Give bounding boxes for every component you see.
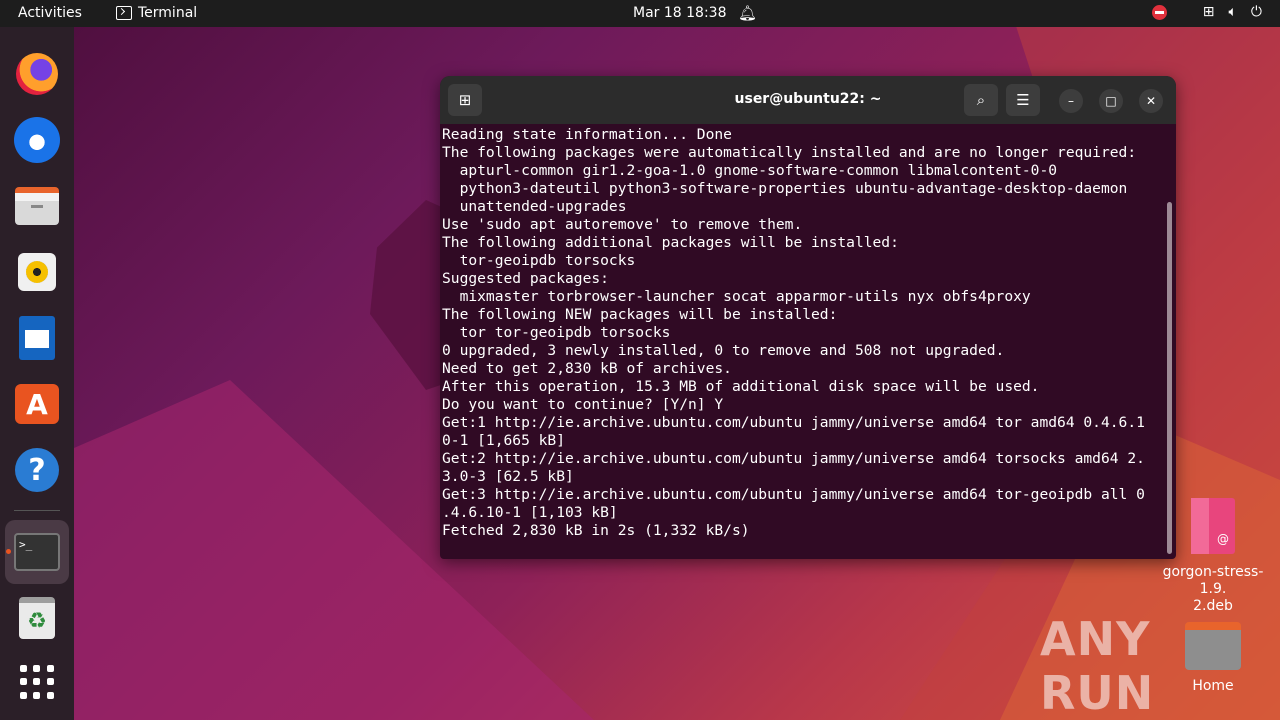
writer-icon (19, 316, 55, 360)
terminal-line: The following additional packages will b… (442, 234, 899, 251)
package-icon (1191, 498, 1235, 554)
system-tray[interactable]: ⊞ 🔈︎ ⏻ (1151, 4, 1262, 20)
show-apps-button[interactable] (14, 659, 60, 705)
firefox-icon (16, 53, 58, 95)
power-icon[interactable]: ⏻ (1251, 4, 1262, 20)
files-icon (15, 187, 59, 225)
dock-files[interactable] (14, 183, 60, 229)
menu-button[interactable]: ☰ (1006, 84, 1040, 116)
maximize-button[interactable]: □ (1099, 89, 1123, 113)
terminal-line: python3-dateutil python3-software-proper… (442, 180, 1128, 197)
network-icon[interactable]: ⊞ (1203, 4, 1215, 20)
trash-icon: ♻ (19, 597, 55, 639)
terminal-line: Get:1 http://ie.archive.ubuntu.com/ubunt… (442, 414, 1145, 431)
clock[interactable]: Mar 18 18:38 (633, 5, 726, 21)
app-menu[interactable]: Terminal (116, 5, 197, 21)
terminal-line: mixmaster torbrowser-launcher socat appa… (442, 288, 1031, 305)
app-center-icon: A (15, 384, 59, 424)
dock-firefox[interactable] (14, 51, 60, 97)
terminal-line: apturl-common gir1.2-goa-1.0 gnome-softw… (442, 162, 1058, 179)
terminal-line: The following packages were automaticall… (442, 144, 1137, 161)
grid-icon (20, 665, 54, 699)
dock-separator (14, 510, 60, 511)
dock-terminal[interactable]: >_ (5, 520, 69, 584)
terminal-line: 0-1 [1,665 kB] (442, 432, 566, 449)
watermark: ANY RUN (1040, 612, 1155, 720)
terminal-line: tor-geoipdb torsocks (442, 252, 636, 269)
terminal-line: Reading state information... Done (442, 126, 732, 143)
dock-app-center[interactable]: A (14, 381, 60, 427)
dock-trash[interactable]: ♻ (14, 595, 60, 641)
minimize-icon: – (1068, 94, 1074, 108)
terminal-line: Need to get 2,830 kB of archives. (442, 360, 732, 377)
terminal-line: .4.6.10-1 [1,103 kB] (442, 504, 618, 521)
terminal-line: The following NEW packages will be insta… (442, 306, 838, 323)
terminal-line: 3.0-3 [62.5 kB] (442, 468, 574, 485)
minimize-button[interactable]: – (1059, 89, 1083, 113)
dock: A ? >_ ♻ (0, 27, 74, 720)
activities-button[interactable]: Activities (18, 5, 82, 21)
terminal-line: unattended-upgrades (442, 198, 627, 215)
terminal-line: tor tor-geoipdb torsocks (442, 324, 671, 341)
bell-icon[interactable]: 🔔︎ (738, 4, 757, 22)
maximize-icon: □ (1105, 94, 1117, 108)
close-button[interactable]: ✕ (1139, 89, 1163, 113)
terminal-line: Do you want to continue? [Y/n] Y (442, 396, 724, 413)
file-name-line1: gorgon-stress-1.9. (1162, 564, 1264, 597)
terminal-window[interactable]: ⊞ user@ubuntu22: ~ ⌕ ☰ – □ ✕ Reading sta… (440, 76, 1176, 559)
terminal-line: Fetched 2,830 kB in 2s (1,332 kB/s) (442, 522, 750, 539)
volume-icon[interactable]: 🔈︎ (1229, 4, 1237, 20)
top-bar: Activities Terminal Mar 18 18:38 🔔︎ ⊞ 🔈︎… (0, 0, 1280, 27)
terminal-app-icon: >_ (14, 533, 60, 571)
running-indicator (6, 549, 11, 554)
search-icon: ⌕ (976, 91, 986, 109)
terminal-line: After this operation, 15.3 MB of additio… (442, 378, 1040, 395)
hamburger-icon: ☰ (1016, 91, 1030, 109)
search-button[interactable]: ⌕ (964, 84, 998, 116)
dock-rhythmbox[interactable] (14, 249, 60, 295)
help-icon: ? (15, 448, 59, 492)
terminal-line: Get:2 http://ie.archive.ubuntu.com/ubunt… (442, 450, 1145, 467)
terminal-line: Suggested packages: (442, 270, 609, 287)
terminal-output[interactable]: Reading state information... Done The fol… (442, 126, 1164, 556)
terminal-line: Use 'sudo apt autoremove' to remove them… (442, 216, 803, 233)
dock-thunderbird[interactable] (14, 117, 60, 163)
dock-writer[interactable] (14, 315, 60, 361)
app-menu-label: Terminal (138, 5, 198, 21)
close-icon: ✕ (1145, 94, 1157, 108)
terminal-line: 0 upgraded, 3 newly installed, 0 to remo… (442, 342, 1005, 359)
rhythmbox-icon (18, 253, 56, 291)
desktop-deb-file[interactable]: gorgon-stress-1.9. 2.deb (1150, 498, 1276, 615)
terminal-line: Get:3 http://ie.archive.ubuntu.com/ubunt… (442, 486, 1145, 503)
thunderbird-icon (14, 117, 60, 163)
title-bar[interactable]: ⊞ user@ubuntu22: ~ ⌕ ☰ – □ ✕ (440, 76, 1176, 124)
terminal-icon (116, 6, 132, 20)
dock-help[interactable]: ? (14, 447, 60, 493)
stop-icon[interactable] (1151, 4, 1167, 20)
